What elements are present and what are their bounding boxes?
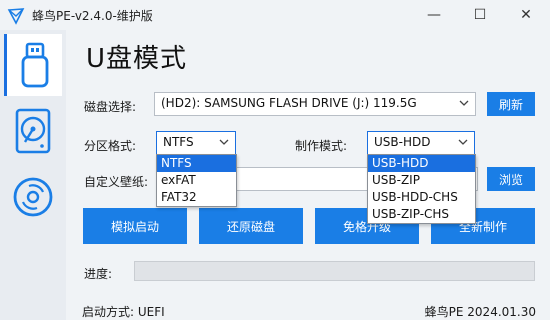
- minimize-button[interactable]: —: [411, 0, 457, 30]
- sidebar-item-usb-mode[interactable]: [4, 34, 62, 96]
- title-bar: 蜂鸟PE-v2.4.0-维护版 — ☐ ✕: [0, 0, 550, 30]
- page-title: U盘模式: [86, 44, 188, 74]
- progress-label: 进度:: [84, 267, 113, 281]
- partition-option[interactable]: NTFS: [157, 155, 236, 172]
- app-logo-icon: [7, 8, 25, 25]
- mode-select-value: USB-HDD: [374, 135, 431, 149]
- partition-select-value: NTFS: [163, 135, 194, 149]
- simulate-boot-button[interactable]: 模拟启动: [83, 208, 187, 244]
- partition-option[interactable]: FAT32: [157, 189, 236, 206]
- restore-disk-button[interactable]: 还原磁盘: [199, 208, 303, 244]
- partition-option[interactable]: exFAT: [157, 172, 236, 189]
- mode-label: 制作模式:: [295, 139, 348, 153]
- hard-disk-icon: [15, 108, 51, 154]
- mode-option[interactable]: USB-HDD-CHS: [368, 189, 475, 206]
- partition-dropdown-list: NTFS exFAT FAT32: [156, 154, 237, 207]
- minimize-icon: —: [427, 7, 441, 23]
- app-window: 蜂鸟PE-v2.4.0-维护版 — ☐ ✕ U盘模式 磁盘选择: (HD2): …: [0, 0, 550, 320]
- disk-label: 磁盘选择:: [84, 100, 137, 114]
- chevron-down-icon: [459, 100, 469, 106]
- disk-select[interactable]: (HD2): SAMSUNG FLASH DRIVE (J:) 119.5G: [154, 92, 476, 116]
- boot-mode-status: 启动方式: UEFI: [82, 305, 165, 319]
- wallpaper-label: 自定义壁纸:: [84, 175, 149, 189]
- mode-select[interactable]: USB-HDD: [367, 131, 475, 155]
- cd-icon: [13, 177, 53, 217]
- sidebar-item-disk-mode[interactable]: [4, 100, 62, 162]
- disk-select-value: (HD2): SAMSUNG FLASH DRIVE (J:) 119.5G: [161, 96, 417, 110]
- maximize-icon: ☐: [473, 7, 487, 23]
- main-panel: U盘模式 磁盘选择: (HD2): SAMSUNG FLASH DRIVE (J…: [66, 30, 550, 320]
- close-icon: ✕: [520, 7, 532, 23]
- progress-bar: [134, 261, 535, 281]
- browse-button[interactable]: 浏览: [487, 167, 535, 191]
- window-title: 蜂鸟PE-v2.4.0-维护版: [32, 9, 153, 23]
- mode-option[interactable]: USB-ZIP-CHS: [368, 206, 475, 223]
- close-button[interactable]: ✕: [503, 0, 549, 30]
- maximize-button[interactable]: ☐: [457, 0, 503, 30]
- mode-dropdown-list: USB-HDD USB-ZIP USB-HDD-CHS USB-ZIP-CHS: [367, 154, 476, 224]
- refresh-button[interactable]: 刷新: [487, 92, 535, 116]
- version-status: 蜂鸟PE 2024.01.30: [424, 305, 536, 319]
- sidebar: [0, 30, 66, 320]
- partition-label: 分区格式:: [84, 139, 137, 153]
- partition-select[interactable]: NTFS: [156, 131, 236, 155]
- chevron-down-icon: [458, 139, 468, 145]
- chevron-down-icon: [219, 139, 229, 145]
- sidebar-item-iso-mode[interactable]: [4, 166, 62, 228]
- usb-drive-icon: [21, 42, 48, 88]
- mode-option[interactable]: USB-HDD: [368, 155, 475, 172]
- mode-option[interactable]: USB-ZIP: [368, 172, 475, 189]
